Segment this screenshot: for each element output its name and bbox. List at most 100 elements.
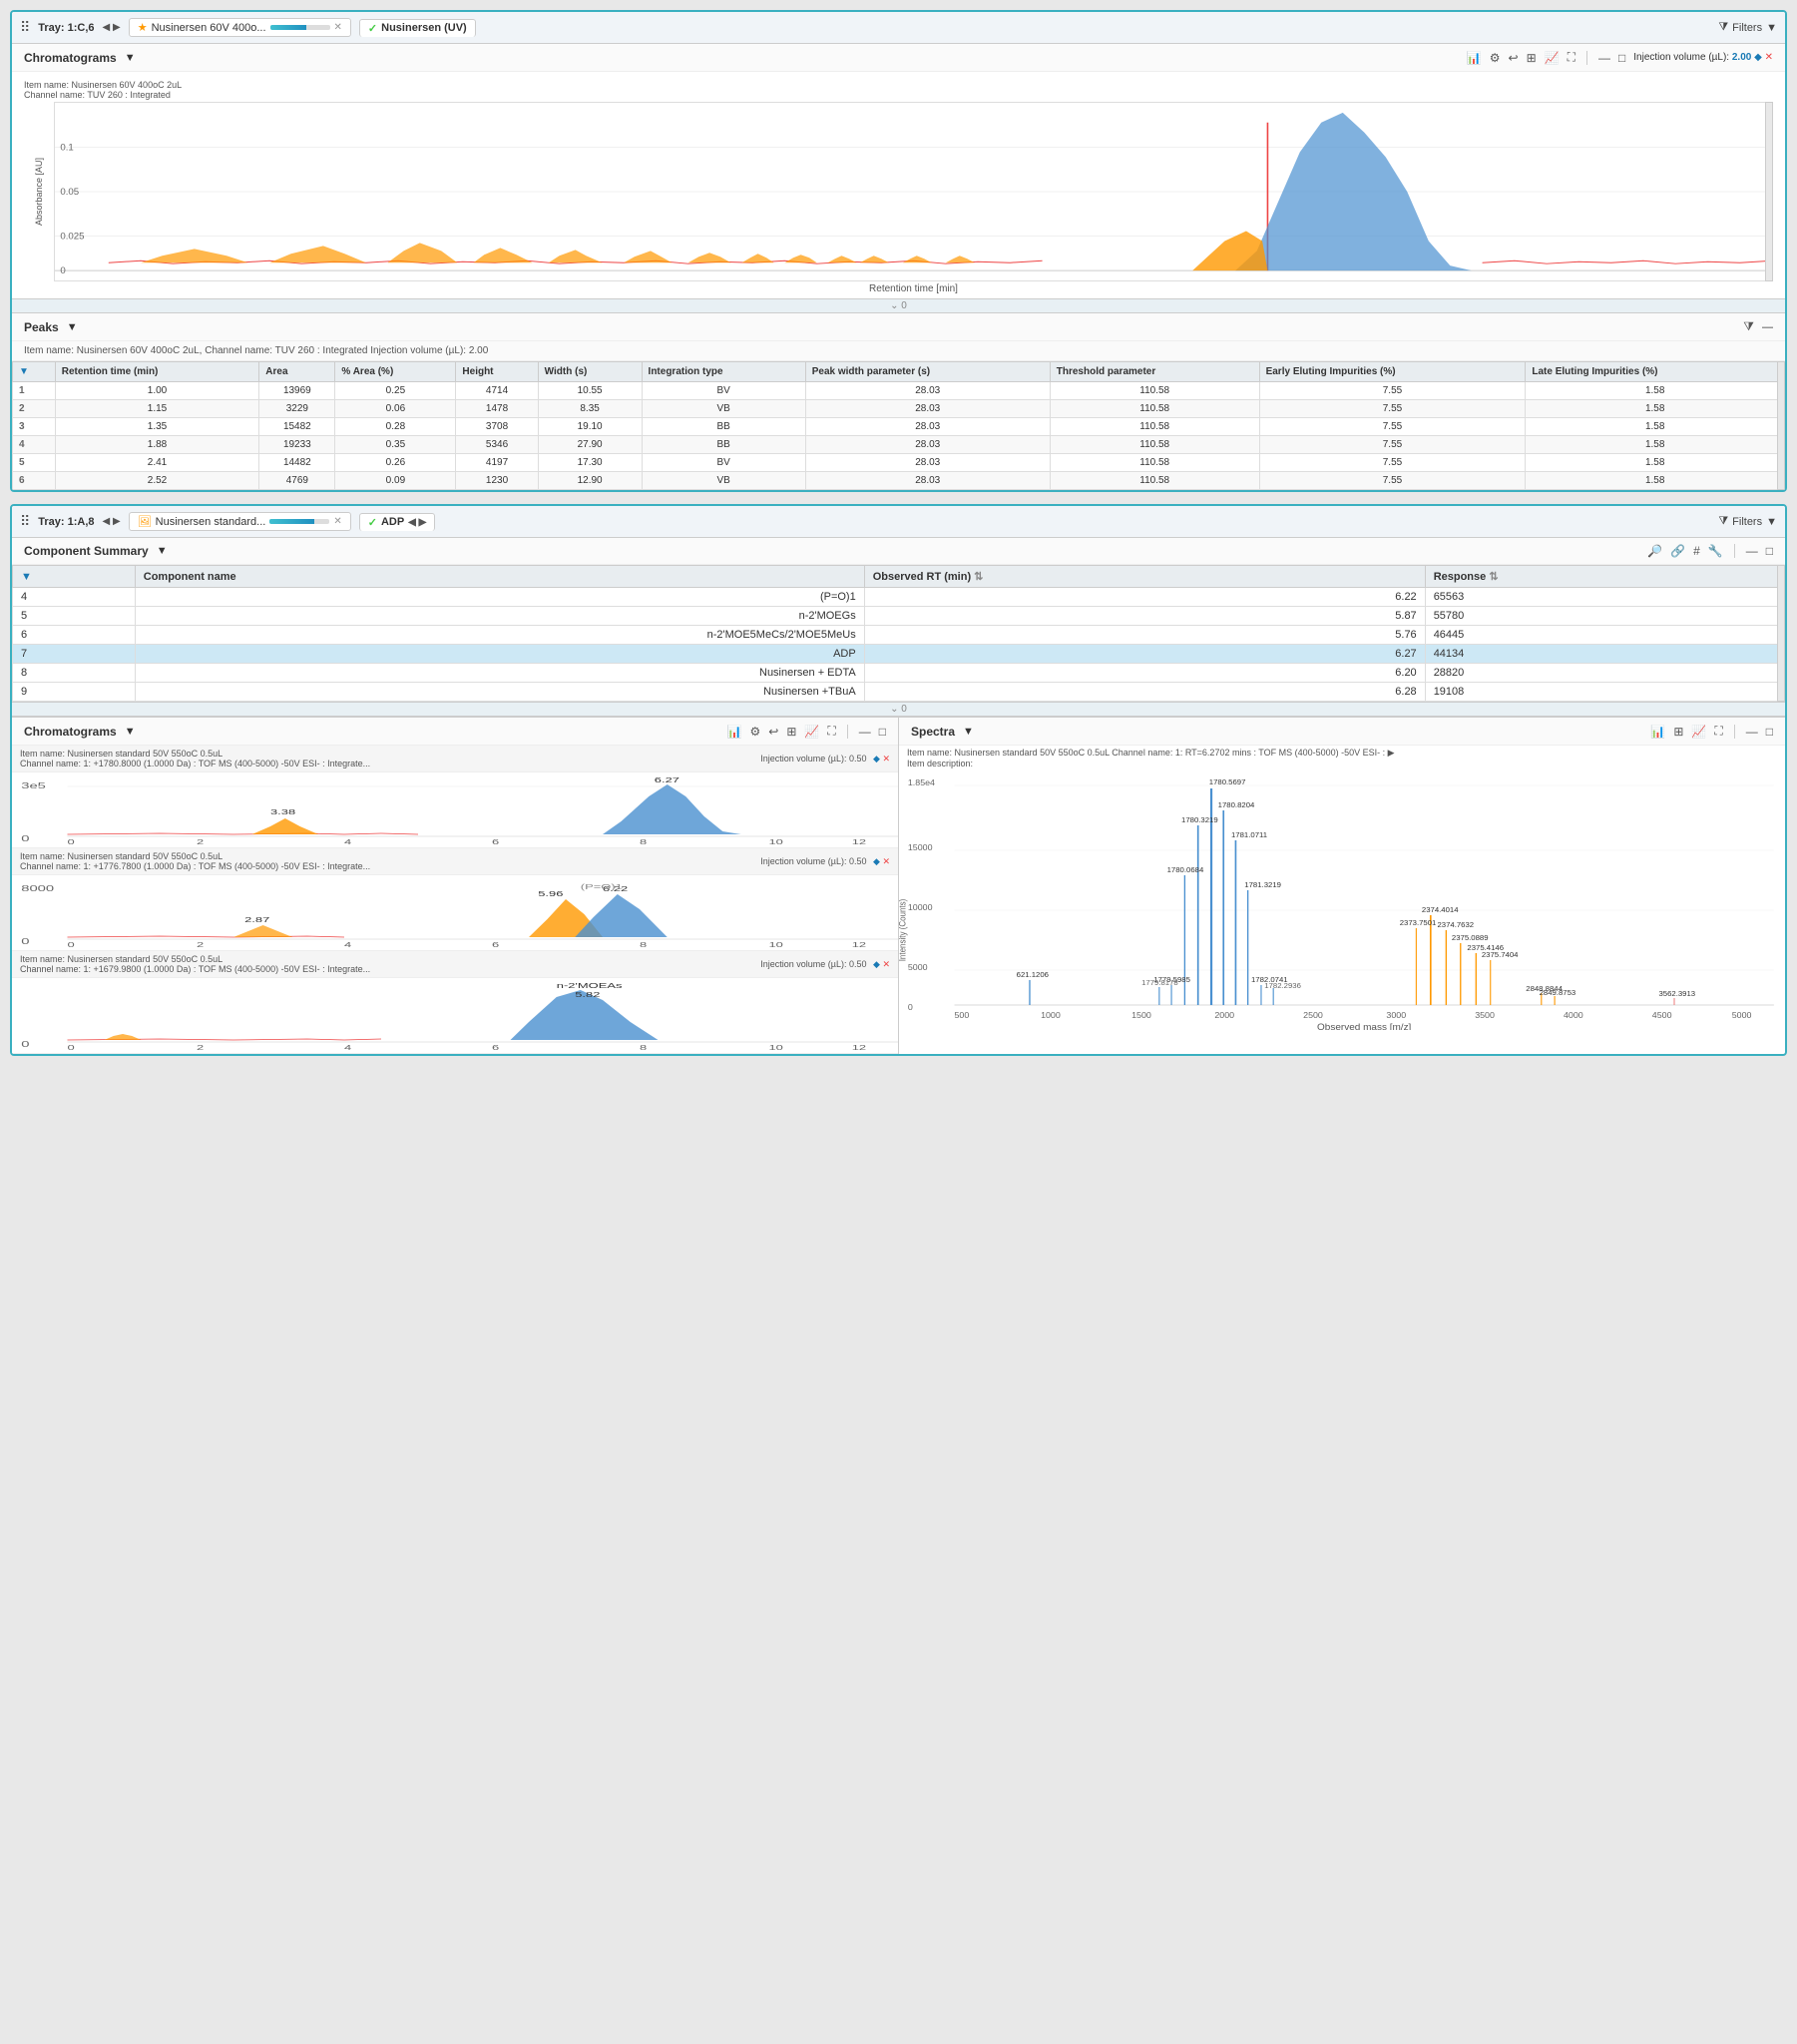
mini-bar-chart-icon[interactable]: 📊 bbox=[727, 725, 742, 739]
list-item[interactable]: 6 n-2'MOE5MeCs/2'MOE5MeUs 5.76 46445 bbox=[13, 626, 1785, 645]
component-tool-4[interactable]: 🔧 bbox=[1708, 544, 1723, 558]
tab-nusinersen-standard[interactable]: 🖼 Nusinersen standard... ✕ bbox=[129, 512, 351, 531]
peaks-section-header: Peaks ▼ ⧩ — bbox=[12, 313, 1785, 341]
inj-close-icon[interactable]: ✕ bbox=[1765, 52, 1773, 63]
col-width[interactable]: Width (s) bbox=[538, 362, 642, 382]
mini-close-2[interactable]: ✕ bbox=[882, 856, 890, 866]
list-item[interactable]: 9 Nusinersen +TBuA 6.28 19108 bbox=[13, 683, 1785, 702]
scrollbar[interactable] bbox=[1765, 102, 1773, 281]
svg-text:n-2'MOEAs: n-2'MOEAs bbox=[557, 983, 623, 990]
row-height: 5346 bbox=[456, 436, 538, 454]
col-sort[interactable]: ▼ bbox=[13, 362, 56, 382]
tab-adp[interactable]: ✓ ADP ◀ ▶ bbox=[359, 513, 436, 531]
maximize-icon[interactable]: □ bbox=[1618, 51, 1625, 65]
tab1-close[interactable]: ✕ bbox=[334, 22, 342, 33]
spectra-fullscreen[interactable]: ⛶ bbox=[1714, 724, 1722, 739]
spectra-grid-icon[interactable]: ⊞ bbox=[1673, 725, 1683, 739]
peaks-dropdown-arrow[interactable]: ▼ bbox=[67, 321, 78, 333]
list-item[interactable]: 7 ADP 6.27 44134 bbox=[13, 645, 1785, 664]
tab-nusinersen-uv[interactable]: ✓ Nusinersen (UV) bbox=[359, 19, 476, 37]
grid-view-icon[interactable]: ⊞ bbox=[1527, 51, 1537, 65]
tab-nusinersen-60v[interactable]: ★ Nusinersen 60V 400o... ✕ bbox=[129, 18, 351, 37]
mini-chart-type-icon[interactable]: 📈 bbox=[804, 725, 819, 739]
bottom-tab2-nav[interactable]: ◀ ▶ bbox=[408, 517, 426, 528]
component-maximize[interactable]: □ bbox=[1766, 544, 1773, 558]
bottom-filters-button[interactable]: ⧩ Filters ▼ bbox=[1718, 515, 1777, 528]
y-axis-label: Absorbance [AU] bbox=[34, 158, 44, 226]
mini-inj-2-icon[interactable]: ◆ bbox=[873, 856, 880, 866]
col-peak-width[interactable]: Peak width parameter (s) bbox=[805, 362, 1050, 382]
col-area[interactable]: Area bbox=[259, 362, 335, 382]
mini-inj-1-icon[interactable]: ◆ bbox=[873, 754, 880, 764]
table-scrollbar[interactable] bbox=[1777, 361, 1785, 490]
comp-col-sort[interactable]: ▼ bbox=[13, 566, 136, 588]
fullscreen-icon[interactable]: ⛶ bbox=[1568, 50, 1575, 65]
bottom-expand-handle[interactable]: ⌄ 0 bbox=[12, 702, 1785, 717]
component-minimize[interactable]: — bbox=[1746, 544, 1758, 558]
undo-icon[interactable]: ↩ bbox=[1509, 51, 1519, 65]
spectra-chart-type[interactable]: 📈 bbox=[1691, 725, 1706, 739]
chromatograms-title: Chromatograms bbox=[24, 51, 117, 65]
filters-button[interactable]: ⧩ Filters ▼ bbox=[1718, 21, 1777, 34]
component-tool-3[interactable]: # bbox=[1693, 544, 1700, 558]
chromatograms-dropdown-arrow[interactable]: ▼ bbox=[125, 52, 136, 64]
svg-text:2.87: 2.87 bbox=[244, 917, 269, 924]
component-tool-1[interactable]: 🔎 bbox=[1647, 544, 1662, 558]
mini-chart-3-inj: Injection volume (µL): 0.50 ◆ ✕ bbox=[760, 959, 890, 970]
row-num: 3 bbox=[13, 418, 56, 436]
list-item[interactable]: 4 (P=O)1 6.22 65563 bbox=[13, 588, 1785, 607]
mini-fullscreen-icon[interactable]: ⛶ bbox=[827, 724, 835, 739]
comp-row-rt: 6.22 bbox=[864, 588, 1425, 607]
inj-info-icon[interactable]: ◆ bbox=[1754, 52, 1762, 63]
mini-maximize[interactable]: □ bbox=[879, 725, 886, 739]
svg-text:3562.3913: 3562.3913 bbox=[1658, 989, 1695, 998]
mini-inj-3-icon[interactable]: ◆ bbox=[873, 959, 880, 969]
minimize-icon[interactable]: — bbox=[1598, 51, 1610, 65]
col-rt[interactable]: Retention time (min) bbox=[55, 362, 259, 382]
spectra-maximize[interactable]: □ bbox=[1766, 725, 1773, 739]
mini-close-3[interactable]: ✕ bbox=[882, 959, 890, 969]
col-height[interactable]: Height bbox=[456, 362, 538, 382]
component-summary-arrow[interactable]: ▼ bbox=[157, 545, 168, 557]
col-int-type[interactable]: Integration type bbox=[642, 362, 805, 382]
list-item[interactable]: 5 n-2'MOEGs 5.87 55780 bbox=[13, 607, 1785, 626]
settings-icon[interactable]: ⚙ bbox=[1490, 51, 1501, 65]
mini-undo-icon[interactable]: ↩ bbox=[768, 725, 778, 739]
spectra-bar-icon[interactable]: 📊 bbox=[1650, 725, 1665, 739]
row-height: 4197 bbox=[456, 454, 538, 472]
mini-chrom-arrow[interactable]: ▼ bbox=[125, 726, 136, 738]
list-item[interactable]: 8 Nusinersen + EDTA 6.20 28820 bbox=[13, 664, 1785, 683]
expand-handle[interactable]: ⌄ 0 bbox=[12, 298, 1785, 313]
svg-text:6: 6 bbox=[492, 839, 499, 846]
mini-grid-icon[interactable]: ⊞ bbox=[786, 725, 796, 739]
component-tool-2[interactable]: 🔗 bbox=[1670, 544, 1685, 558]
comp-col-rt[interactable]: Observed RT (min) ⇅ bbox=[864, 566, 1425, 588]
bar-chart-icon[interactable]: 📊 bbox=[1467, 51, 1482, 65]
svg-text:1780.3219: 1780.3219 bbox=[1181, 815, 1218, 824]
col-late[interactable]: Late Eluting Impurities (%) bbox=[1526, 362, 1785, 382]
grid-icon: ⠿ bbox=[20, 19, 30, 36]
comp-col-response[interactable]: Response ⇅ bbox=[1425, 566, 1784, 588]
tray-nav[interactable]: ◀ ▶ bbox=[103, 22, 121, 33]
mini-chart-1-inj: Injection volume (µL): 0.50 ◆ ✕ bbox=[760, 754, 890, 765]
col-pct-area[interactable]: % Area (%) bbox=[335, 362, 456, 382]
component-scrollbar[interactable] bbox=[1777, 565, 1785, 702]
row-pct-area: 0.26 bbox=[335, 454, 456, 472]
mini-settings-icon[interactable]: ⚙ bbox=[750, 725, 761, 739]
peaks-filter-dash[interactable]: — bbox=[1762, 321, 1773, 333]
bottom-tab1-close[interactable]: ✕ bbox=[333, 516, 341, 527]
mini-chrom-tools: 📊 ⚙ ↩ ⊞ 📈 ⛶ — □ bbox=[727, 724, 886, 739]
mini-minimize[interactable]: — bbox=[859, 725, 871, 739]
spectra-arrow[interactable]: ▼ bbox=[963, 726, 974, 738]
comp-col-name[interactable]: Component name bbox=[135, 566, 864, 588]
mini-close-1[interactable]: ✕ bbox=[882, 754, 890, 764]
bottom-tray-nav[interactable]: ◀ ▶ bbox=[103, 516, 121, 527]
chart-type-icon[interactable]: 📈 bbox=[1545, 51, 1560, 65]
row-area: 3229 bbox=[259, 400, 335, 418]
peaks-filter-icon[interactable]: ⧩ bbox=[1743, 319, 1754, 334]
col-threshold[interactable]: Threshold parameter bbox=[1050, 362, 1259, 382]
spectra-minimize[interactable]: — bbox=[1746, 725, 1758, 739]
col-early[interactable]: Early Eluting Impurities (%) bbox=[1259, 362, 1526, 382]
row-threshold: 110.58 bbox=[1050, 400, 1259, 418]
row-width: 10.55 bbox=[538, 382, 642, 400]
